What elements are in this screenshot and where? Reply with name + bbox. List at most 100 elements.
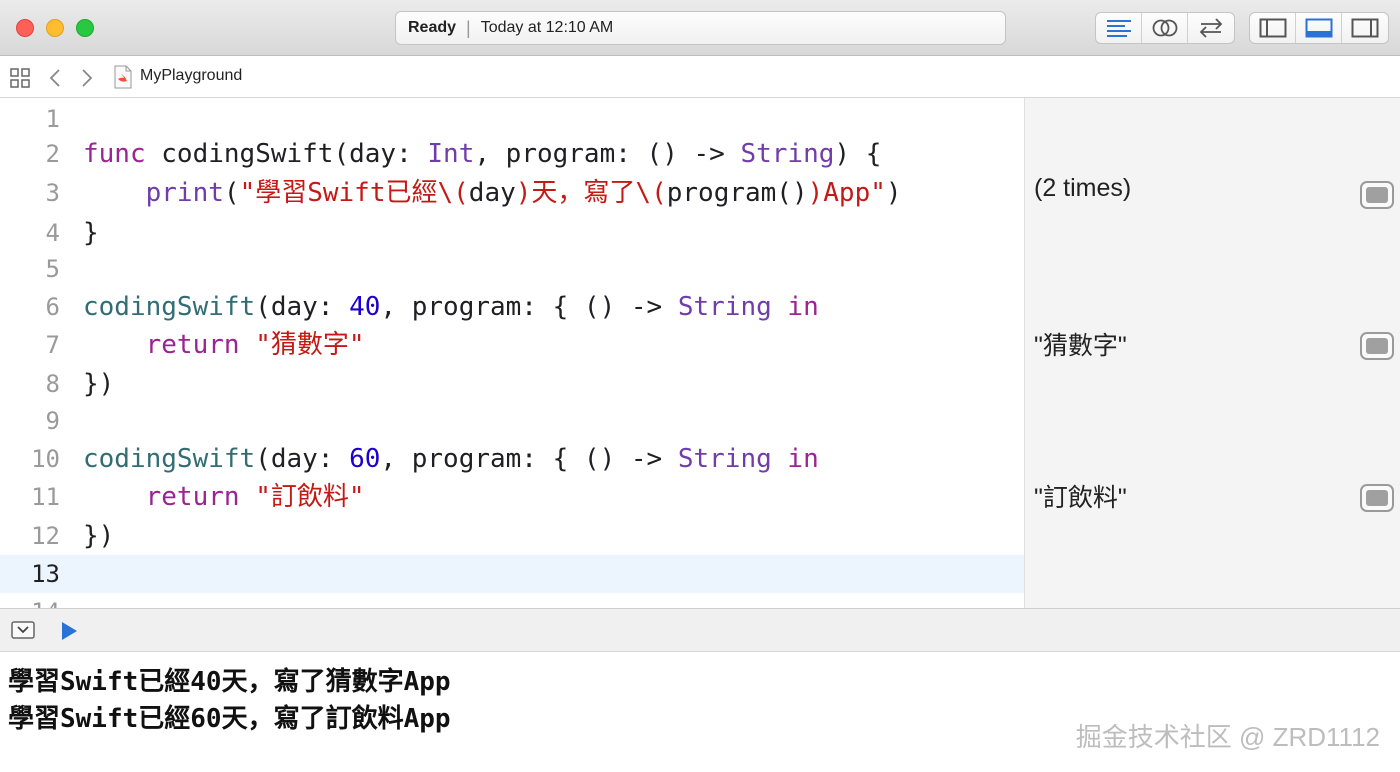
code-token: in	[787, 292, 819, 322]
panel-toggle-control	[1249, 12, 1389, 44]
code-text: }	[83, 214, 99, 252]
navigator-panel-icon	[1259, 18, 1287, 38]
code-token: codingSwift	[83, 444, 256, 474]
line-number: 4	[45, 219, 60, 247]
line-number: 1	[45, 105, 60, 133]
code-token: , program: { () ->	[380, 292, 678, 322]
code-token: (day:	[255, 292, 350, 322]
code-line[interactable]: 12})	[0, 517, 1024, 555]
editor-mode-control	[1095, 12, 1235, 44]
code-text: })	[83, 517, 114, 555]
code-line[interactable]: 13	[0, 555, 1024, 593]
code-token: day	[468, 178, 516, 208]
toggle-inspector-button[interactable]	[1342, 13, 1388, 43]
status-separator: |	[466, 17, 471, 38]
related-items-grid-icon[interactable]	[10, 68, 30, 92]
status-ready-text: Ready	[408, 19, 457, 36]
code-token: )	[885, 178, 902, 208]
code-line[interactable]: 10 codingSwift(day: 60, program: { () -> …	[0, 440, 1024, 478]
code-token: 60	[349, 444, 381, 474]
standard-editor-button[interactable]	[1096, 13, 1142, 43]
back-chevron-icon[interactable]	[48, 68, 62, 92]
code-token: , program: { () ->	[380, 444, 678, 474]
window-titlebar: Ready | Today at 12:10 AM	[0, 0, 1400, 56]
hide-debug-area-icon[interactable]	[11, 621, 35, 643]
line-number: 9	[45, 407, 60, 435]
line-number: 5	[45, 255, 60, 283]
code-token: String	[677, 292, 772, 322]
line-number: 2	[45, 140, 60, 168]
code-token: codingSwift	[83, 292, 256, 322]
code-line[interactable]: 4}	[0, 214, 1024, 252]
code-line[interactable]: 11 return "訂飲料"	[0, 478, 1024, 516]
code-token: (	[223, 178, 240, 208]
code-token: func	[83, 139, 146, 169]
code-line[interactable]: 14	[0, 593, 1024, 608]
close-window-button[interactable]	[16, 19, 34, 37]
code-token: "猜數字"	[255, 330, 365, 360]
code-text: func codingSwift(day: Int, program: () -…	[83, 135, 881, 173]
console-line: 學習Swift已經60天，寫了訂飲料App	[8, 704, 451, 734]
code-line[interactable]: 1	[0, 100, 1024, 138]
version-editor-arrows-icon	[1197, 17, 1225, 39]
code-line[interactable]: 2 func codingSwift(day: Int, program: () …	[0, 135, 1024, 173]
code-token: return	[145, 330, 240, 360]
code-token: , program: () ->	[474, 139, 741, 169]
code-line[interactable]: 8})	[0, 365, 1024, 403]
code-text: print("學習Swift已經\(day)天，寫了\(program())Ap…	[83, 174, 902, 212]
code-token: 40	[349, 292, 381, 322]
line-number: 8	[45, 370, 60, 398]
line-number: 14	[0, 593, 60, 608]
code-token: (day:	[255, 444, 350, 474]
console-output[interactable]: 學習Swift已經40天，寫了猜數字App 學習Swift已經60天，寫了訂飲料…	[0, 652, 1400, 772]
activity-status-bar: Ready | Today at 12:10 AM	[395, 11, 1006, 45]
code-token: )天，寫了\(	[515, 178, 667, 208]
code-line[interactable]: 7 return "猜數字"	[0, 326, 1024, 364]
code-token: )App"	[807, 178, 886, 208]
quick-look-button-line-7[interactable]	[1360, 332, 1394, 360]
code-token: return	[145, 482, 240, 512]
assistant-editor-button[interactable]	[1142, 13, 1188, 43]
quick-look-button-line-11[interactable]	[1360, 484, 1394, 512]
toggle-debug-area-button[interactable]	[1296, 13, 1342, 43]
toggle-navigator-button[interactable]	[1250, 13, 1296, 43]
jump-bar: MyPlayground	[0, 56, 1400, 98]
code-token: in	[787, 444, 819, 474]
code-token: Int	[427, 139, 475, 169]
version-editor-button[interactable]	[1188, 13, 1234, 43]
code-line[interactable]: 9	[0, 402, 1024, 440]
code-token: print	[145, 178, 224, 208]
watermark: 掘金技术社区 @ ZRD1112	[1075, 722, 1380, 752]
code-token: }	[83, 218, 99, 248]
quick-look-button-line-3[interactable]	[1360, 181, 1394, 209]
code-line[interactable]: 5	[0, 250, 1024, 288]
source-editor[interactable]: 1 2 func codingSwift(day: Int, program: ()…	[0, 98, 1024, 608]
swift-file-icon	[113, 65, 133, 93]
code-text: codingSwift(day: 40, program: { () -> St…	[83, 288, 819, 326]
run-playground-play-icon[interactable]	[60, 621, 78, 645]
result-value-line-3: (2 times)	[1034, 174, 1132, 202]
zoom-window-button[interactable]	[76, 19, 94, 37]
debug-bar	[0, 608, 1400, 652]
forward-chevron-icon[interactable]	[80, 68, 94, 92]
result-value-line-7: "猜數字"	[1034, 332, 1127, 360]
code-line[interactable]: 3 print("學習Swift已經\(day)天，寫了\(program())…	[0, 174, 1024, 212]
code-text: return "猜數字"	[83, 326, 365, 364]
line-number: 3	[45, 179, 60, 207]
jump-bar-file-name[interactable]: MyPlayground	[140, 67, 242, 85]
result-value-line-11: "訂飲料"	[1034, 484, 1127, 512]
line-number: 13	[31, 560, 60, 588]
status-time-text: Today at 12:10 AM	[480, 19, 614, 36]
code-token: })	[83, 369, 115, 399]
code-line[interactable]: 6 codingSwift(day: 40, program: { () -> S…	[0, 288, 1024, 326]
code-token: program()	[666, 178, 808, 208]
minimize-window-button[interactable]	[46, 19, 64, 37]
code-token: "訂飲料"	[255, 482, 365, 512]
